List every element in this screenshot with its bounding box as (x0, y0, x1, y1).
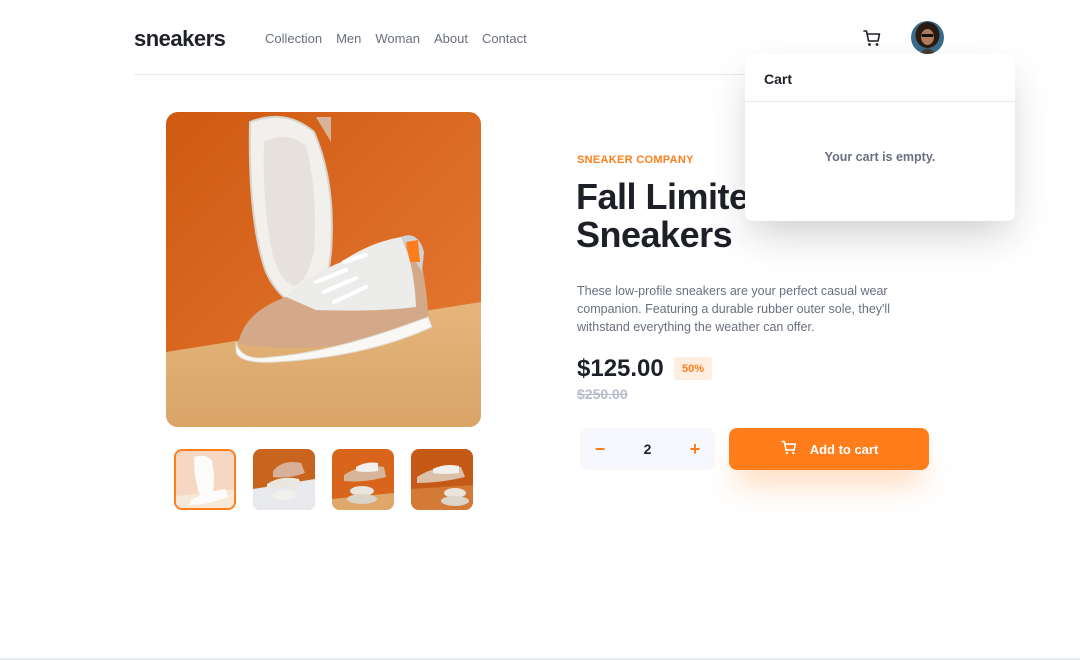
main-nav: Collection Men Woman About Contact (265, 31, 541, 46)
user-avatar[interactable] (911, 21, 944, 54)
original-price: $250.00 (577, 386, 628, 402)
thumbnail-strip (174, 449, 473, 510)
cart-empty-message: Your cart is empty. (824, 150, 936, 164)
logo[interactable]: sneakers (134, 26, 226, 52)
quantity-stepper: − 2 + (580, 428, 715, 470)
nav-item-woman[interactable]: Woman (375, 31, 420, 46)
discount-badge: 50% (674, 357, 712, 380)
thumbnail-2[interactable] (253, 449, 315, 510)
cart-dropdown: Cart Your cart is empty. (745, 54, 1015, 221)
cart-icon (780, 439, 798, 459)
nav-item-about[interactable]: About (434, 31, 468, 46)
thumbnail-1[interactable] (174, 449, 236, 510)
quantity-value: 2 (643, 441, 652, 457)
main-product-image[interactable] (166, 112, 481, 427)
nav-item-collection[interactable]: Collection (265, 31, 322, 46)
nav-item-men[interactable]: Men (336, 31, 361, 46)
cart-icon[interactable] (862, 28, 882, 48)
nav-item-contact[interactable]: Contact (482, 31, 527, 46)
current-price: $125.00 (577, 355, 664, 382)
company-label: SNEAKER COMPANY (577, 154, 694, 166)
minus-icon[interactable]: − (580, 428, 620, 470)
thumbnail-3[interactable] (332, 449, 394, 510)
thumbnail-4[interactable] (411, 449, 473, 510)
product-page: sneakers Collection Men Woman About Cont… (0, 0, 1080, 660)
product-description: These low-profile sneakers are your perf… (577, 284, 890, 334)
add-to-cart-label: Add to cart (809, 441, 879, 457)
add-to-cart-button[interactable]: Add to cart (729, 428, 929, 470)
plus-icon[interactable]: + (675, 428, 715, 470)
cart-heading: Cart (745, 54, 1015, 102)
